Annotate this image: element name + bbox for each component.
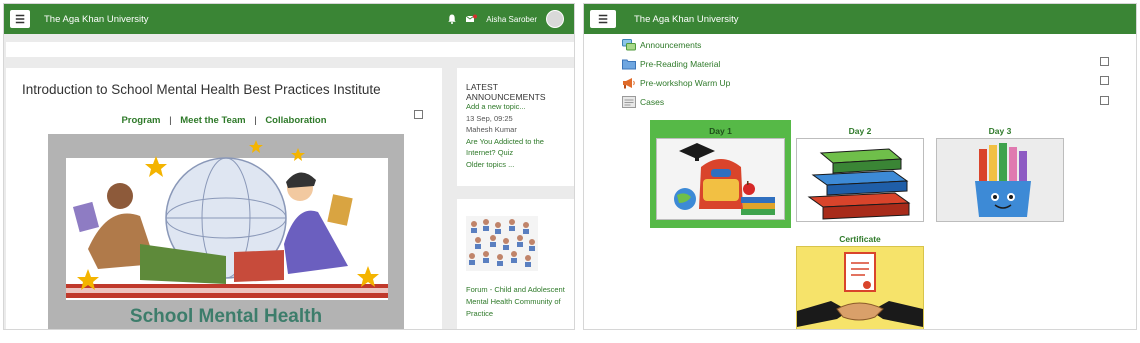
pre-reading-checkbox[interactable] (1100, 57, 1109, 66)
document-icon (622, 96, 636, 108)
activity-announcements[interactable]: Announcements (622, 39, 701, 51)
certificate-image (796, 246, 924, 329)
post-title-line1[interactable]: Are You Addicted to the (466, 136, 544, 148)
warm-up-checkbox[interactable] (1100, 76, 1109, 85)
post-author: Mahesh Kumar (466, 125, 517, 134)
messages-icon[interactable] (465, 14, 478, 24)
activity-label: Pre-workshop Warm Up (640, 78, 731, 88)
add-topic-link[interactable]: Add a new topic... (466, 101, 544, 113)
day-3-image (936, 138, 1064, 222)
day-2-tile[interactable]: Day 2 (796, 124, 924, 224)
community-image[interactable] (466, 216, 538, 271)
course-links: Program | Meet the Team | Collaboration (6, 115, 442, 126)
forum-block: Forum - Child and Adolescent Mental Heal… (457, 199, 574, 329)
certificate-label: Certificate (839, 234, 881, 244)
left-screenshot: ☰ The Aga Khan University Aisha Sarober … (3, 3, 575, 330)
banner-illustration (66, 140, 388, 300)
certificate-tile[interactable]: Certificate (796, 232, 924, 329)
link-separator: | (254, 115, 257, 126)
activity-warm-up[interactable]: Pre-workshop Warm Up (622, 77, 730, 89)
activity-label: Announcements (640, 40, 702, 50)
school-bag-icon (674, 143, 775, 215)
day-1-tile[interactable]: Day 1 (650, 120, 791, 228)
user-area: Aisha Sarober (448, 10, 564, 28)
site-brand[interactable]: The Aga Khan University (634, 14, 739, 25)
megaphone-icon (623, 78, 635, 89)
books-icon (807, 148, 911, 220)
day-1-image (656, 138, 785, 220)
course-title: Introduction to School Mental Health Bes… (22, 82, 381, 97)
pencil-cup-icon (975, 143, 1031, 217)
activity-label: Cases (640, 97, 665, 107)
top-navbar: ☰ The Aga Khan University Aisha Sarober (4, 4, 574, 34)
site-brand[interactable]: The Aga Khan University (44, 14, 149, 25)
folder-icon (622, 59, 636, 70)
older-topics-link[interactable]: Older topics ... (466, 159, 544, 171)
post-date: 13 Sep, 09:25 (466, 113, 513, 123)
activity-pre-reading[interactable]: Pre-Reading Material (622, 58, 720, 70)
meet-the-team-link[interactable]: Meet the Team (180, 115, 245, 126)
page-header-strip (6, 42, 574, 57)
activity-label: Pre-Reading Material (640, 59, 721, 69)
forum-link-line3: Practice (466, 309, 494, 318)
menu-button[interactable]: ☰ (590, 10, 616, 28)
forum-link[interactable]: Forum - Child and Adolescent Mental Heal… (466, 284, 565, 320)
cases-checkbox[interactable] (1100, 96, 1109, 105)
day-3-tile[interactable]: Day 3 (936, 124, 1064, 224)
forum-link-line1: Forum - Child and Adolescent (466, 285, 565, 294)
certificate-handshake-icon (797, 252, 923, 327)
user-name[interactable]: Aisha Sarober (486, 15, 537, 24)
day-2-image (796, 138, 924, 222)
course-card: Introduction to School Mental Health Bes… (6, 68, 442, 329)
right-screenshot: ☰ The Aga Khan University Announcements … (583, 3, 1137, 330)
announcements-heading: LATEST ANNOUNCEMENTS (466, 82, 546, 102)
forum-link-line2: Mental Health Community of (466, 297, 561, 306)
link-separator: | (169, 115, 172, 126)
day-1-label: Day 1 (709, 126, 732, 136)
activity-cases[interactable]: Cases (622, 96, 664, 108)
collaboration-link[interactable]: Collaboration (265, 115, 326, 126)
menu-button[interactable]: ☰ (10, 10, 30, 28)
post-title-line2[interactable]: Internet? Quiz (466, 147, 544, 159)
program-link[interactable]: Program (121, 115, 160, 126)
avatar[interactable] (546, 10, 564, 28)
forum-icon (622, 39, 636, 51)
day-2-label: Day 2 (848, 126, 872, 136)
announcements-block: LATEST ANNOUNCEMENTS Add a new topic... … (457, 68, 574, 186)
course-banner: School Mental Health (48, 134, 404, 329)
bell-icon[interactable] (448, 14, 456, 24)
announcements-list: Add a new topic... 13 Sep, 09:25 Mahesh … (466, 101, 544, 170)
banner-title: School Mental Health (129, 306, 323, 327)
top-navbar: ☰ The Aga Khan University (584, 4, 1136, 34)
day-3-label: Day 3 (988, 126, 1012, 136)
